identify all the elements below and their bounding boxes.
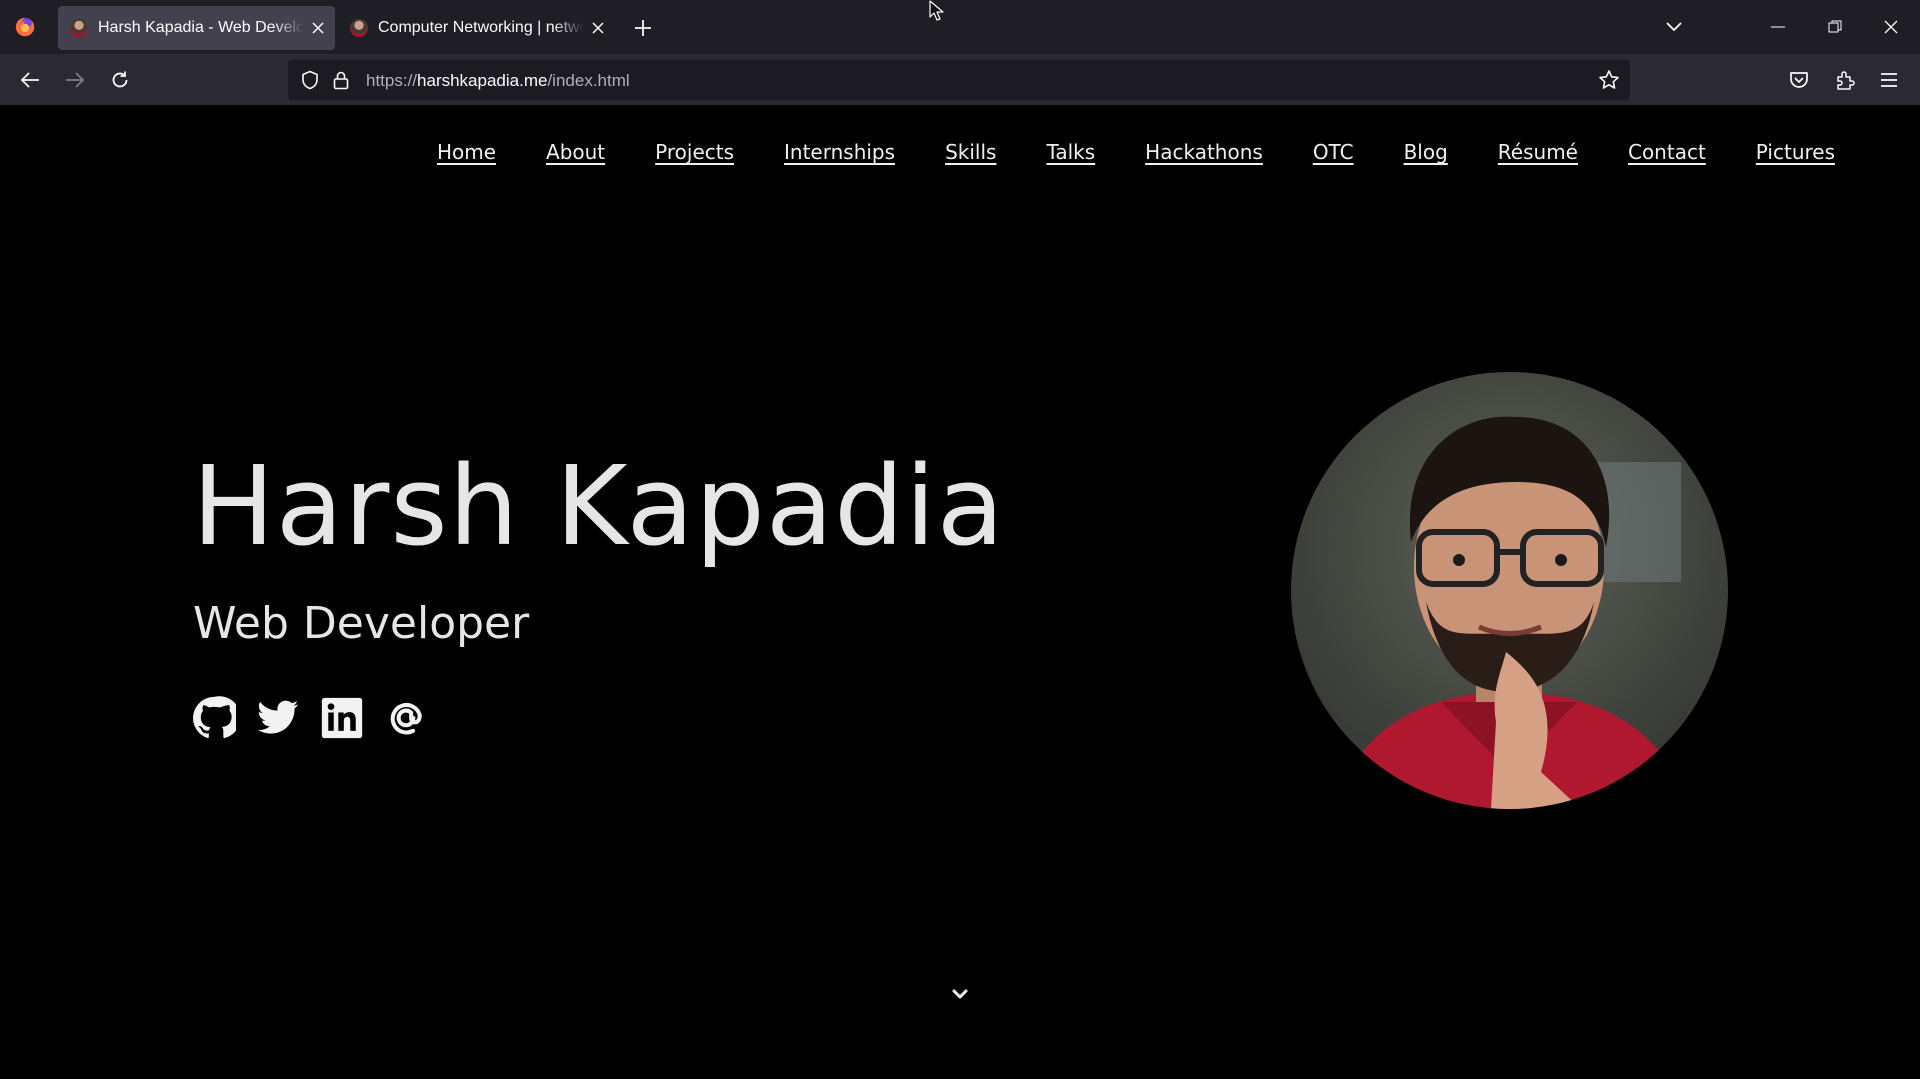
nav-link-hackathons[interactable]: Hackathons	[1145, 140, 1263, 164]
mouse-cursor-icon	[929, 0, 944, 21]
tab-favicon	[350, 19, 368, 37]
pocket-icon[interactable]	[1783, 64, 1815, 96]
hero-name: Harsh Kapadia	[192, 442, 1005, 570]
email-at-icon[interactable]	[384, 696, 428, 740]
nav-link-about[interactable]: About	[546, 140, 605, 164]
social-links	[192, 696, 428, 740]
tab-favicon	[70, 19, 88, 37]
lock-icon[interactable]	[332, 70, 350, 90]
tracking-protection-shield-icon[interactable]	[300, 70, 320, 90]
tab-title: Computer Networking | networking	[378, 19, 584, 36]
profile-photo	[1291, 372, 1728, 809]
minimize-icon[interactable]	[1763, 12, 1793, 42]
close-tab-icon[interactable]	[306, 16, 330, 40]
bookmark-star-icon[interactable]	[1598, 69, 1620, 91]
tab-title: Harsh Kapadia - Web Developer	[98, 19, 304, 36]
restore-icon[interactable]	[1820, 12, 1850, 42]
forward-icon[interactable]	[59, 64, 91, 96]
url-host: harshkapadia.me	[417, 71, 548, 90]
nav-link-resume[interactable]: Résumé	[1498, 140, 1578, 164]
nav-link-skills[interactable]: Skills	[945, 140, 996, 164]
firefox-icon[interactable]	[14, 16, 36, 38]
extensions-icon[interactable]	[1829, 64, 1861, 96]
url-scheme: https://	[366, 71, 418, 90]
nav-link-blog[interactable]: Blog	[1404, 140, 1448, 164]
new-tab-icon[interactable]	[630, 15, 656, 41]
twitter-icon[interactable]	[256, 696, 300, 740]
nav-link-talks[interactable]: Talks	[1046, 140, 1095, 164]
site-navigation: Home About Projects Internships Skills T…	[387, 140, 1835, 164]
reload-icon[interactable]	[104, 64, 136, 96]
nav-link-internships[interactable]: Internships	[784, 140, 895, 164]
navigation-toolbar: https://harshkapadia.me/index.html	[0, 54, 1920, 105]
nav-link-pictures[interactable]: Pictures	[1756, 140, 1835, 164]
nav-link-home[interactable]: Home	[437, 140, 496, 164]
hero-role: Web Developer	[193, 598, 530, 649]
close-tab-icon[interactable]	[586, 16, 610, 40]
tab-harsh-kapadia[interactable]: Harsh Kapadia - Web Developer	[58, 6, 335, 50]
app-menu-icon[interactable]	[1873, 64, 1905, 96]
close-window-icon[interactable]	[1876, 12, 1906, 42]
list-all-tabs-icon[interactable]	[1659, 12, 1689, 42]
nav-link-otc[interactable]: OTC	[1313, 140, 1354, 164]
back-icon[interactable]	[14, 64, 46, 96]
url-bar[interactable]: https://harshkapadia.me/index.html	[288, 60, 1630, 100]
url-path: /index.html	[547, 71, 630, 90]
tab-computer-networking[interactable]: Computer Networking | networking	[338, 6, 615, 50]
scroll-down-chevron-icon[interactable]	[948, 982, 972, 1006]
url-text[interactable]: https://harshkapadia.me/index.html	[366, 71, 630, 91]
github-icon[interactable]	[192, 696, 236, 740]
nav-link-contact[interactable]: Contact	[1628, 140, 1706, 164]
nav-link-projects[interactable]: Projects	[655, 140, 734, 164]
linkedin-icon[interactable]	[320, 696, 364, 740]
tab-strip: Harsh Kapadia - Web Developer Computer N…	[0, 0, 1920, 54]
